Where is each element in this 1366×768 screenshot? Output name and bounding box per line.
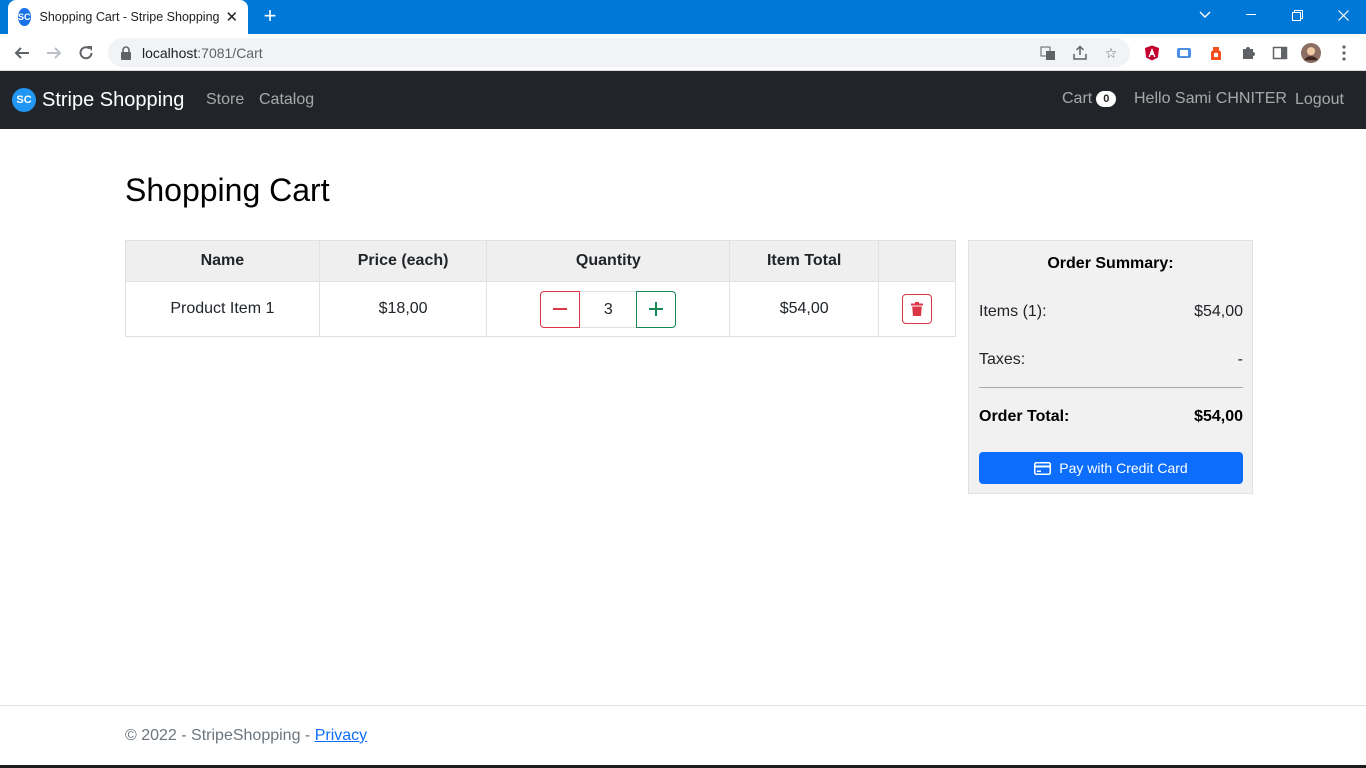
blue-extension-icon[interactable] [1174, 43, 1194, 63]
logout-link[interactable]: Logout [1295, 91, 1344, 109]
item-total: $54,00 [729, 281, 880, 337]
close-window-button[interactable] [1320, 0, 1366, 30]
side-panel-icon[interactable] [1270, 43, 1290, 63]
order-total-value: $54,00 [1194, 408, 1243, 425]
url-text: localhost:7081/Cart [142, 44, 263, 61]
order-total-label: Order Total: [979, 408, 1070, 425]
tab-search-icon[interactable] [1182, 0, 1228, 30]
page-title: Shopping Cart [125, 172, 330, 208]
cart-table: Name Price (each) Quantity Item Total Pr… [125, 240, 956, 337]
quantity-stepper: 3 [540, 290, 677, 328]
tab-title: Shopping Cart - Stripe Shopping [39, 10, 220, 24]
credit-card-icon [1034, 461, 1052, 475]
tab-favicon-icon: SC [18, 8, 31, 26]
table-row: Product Item 1 $18,00 3 $54,00 [125, 281, 956, 337]
taxes-row: Taxes: - [979, 351, 1243, 369]
order-summary-panel: Order Summary: Items (1): $54,00 Taxes: … [968, 240, 1253, 494]
back-arrow-icon[interactable] [9, 40, 35, 66]
pay-with-credit-card-button[interactable]: Pay with Credit Card [979, 452, 1243, 484]
tab-close-icon[interactable]: ✕ [226, 8, 239, 26]
profile-avatar[interactable] [1301, 43, 1321, 63]
browser-tab-strip: SC Shopping Cart - Stripe Shopping ✕ + [0, 0, 1366, 34]
site-navbar: SC Stripe Shopping Store Catalog Cart 0 H… [0, 71, 1366, 129]
privacy-link[interactable]: Privacy [315, 727, 367, 744]
product-name: Product Item 1 [125, 281, 320, 337]
extensions-puzzle-icon[interactable] [1238, 43, 1258, 63]
taxes-value: - [1237, 351, 1243, 368]
items-row: Items (1): $54,00 [979, 303, 1243, 321]
browser-toolbar: localhost:7081/Cart ☆ [0, 34, 1366, 71]
cart-label: Cart [1062, 90, 1093, 107]
cart-count-badge: 0 [1096, 91, 1117, 107]
summary-divider [979, 387, 1243, 388]
reload-icon[interactable] [73, 40, 99, 66]
translate-icon[interactable] [1038, 43, 1058, 63]
user-greeting-link[interactable]: Hello Sami CHNITER [1134, 90, 1287, 108]
share-icon[interactable] [1070, 43, 1090, 63]
quantity-cell: 3 [486, 281, 731, 337]
column-header-item-total: Item Total [729, 240, 880, 282]
items-value: $54,00 [1194, 303, 1243, 320]
delete-item-button[interactable] [902, 294, 933, 324]
column-header-actions [878, 240, 956, 282]
browser-tab[interactable]: SC Shopping Cart - Stripe Shopping ✕ [8, 0, 248, 34]
forward-arrow-icon[interactable] [41, 40, 67, 66]
quantity-input[interactable]: 3 [580, 290, 637, 328]
bookmark-star-icon[interactable]: ☆ [1101, 43, 1121, 63]
brand-logo-icon: SC [12, 88, 36, 112]
taxes-label: Taxes: [979, 351, 1026, 368]
footer-copyright: © 2022 - StripeShopping - [125, 727, 315, 744]
order-summary-title: Order Summary: [1047, 255, 1174, 272]
address-bar[interactable]: localhost:7081/Cart [108, 38, 1130, 67]
footer-divider [0, 705, 1366, 706]
items-label: Items (1): [979, 303, 1047, 320]
minus-icon [553, 308, 568, 310]
trash-icon [911, 302, 924, 316]
column-header-quantity: Quantity [486, 240, 731, 282]
plus-icon [649, 302, 664, 316]
brand-name: Stripe Shopping [42, 88, 185, 111]
pay-button-label: Pay with Credit Card [1059, 460, 1188, 476]
table-header-row: Name Price (each) Quantity Item Total [125, 240, 956, 282]
product-price: $18,00 [318, 281, 488, 337]
column-header-price: Price (each) [318, 240, 488, 282]
orange-extension-icon[interactable] [1206, 43, 1226, 63]
angular-extension-icon[interactable] [1142, 43, 1162, 63]
nav-link-store[interactable]: Store [206, 91, 244, 109]
minimize-button[interactable] [1228, 0, 1274, 30]
actions-cell [878, 281, 956, 337]
restore-button[interactable] [1274, 0, 1320, 30]
browser-menu-icon[interactable] [1334, 43, 1354, 63]
footer: © 2022 - StripeShopping - Privacy [125, 727, 367, 745]
increase-quantity-button[interactable] [636, 290, 677, 328]
brand-link[interactable]: SC Stripe Shopping [12, 88, 184, 112]
new-tab-button[interactable]: + [258, 4, 282, 28]
order-total-row: Order Total: $54,00 [979, 408, 1243, 426]
nav-link-catalog[interactable]: Catalog [259, 91, 314, 109]
column-header-name: Name [125, 240, 320, 282]
decrease-quantity-button[interactable] [540, 290, 581, 328]
cart-link[interactable]: Cart 0 [1062, 90, 1117, 108]
lock-icon [121, 45, 131, 60]
